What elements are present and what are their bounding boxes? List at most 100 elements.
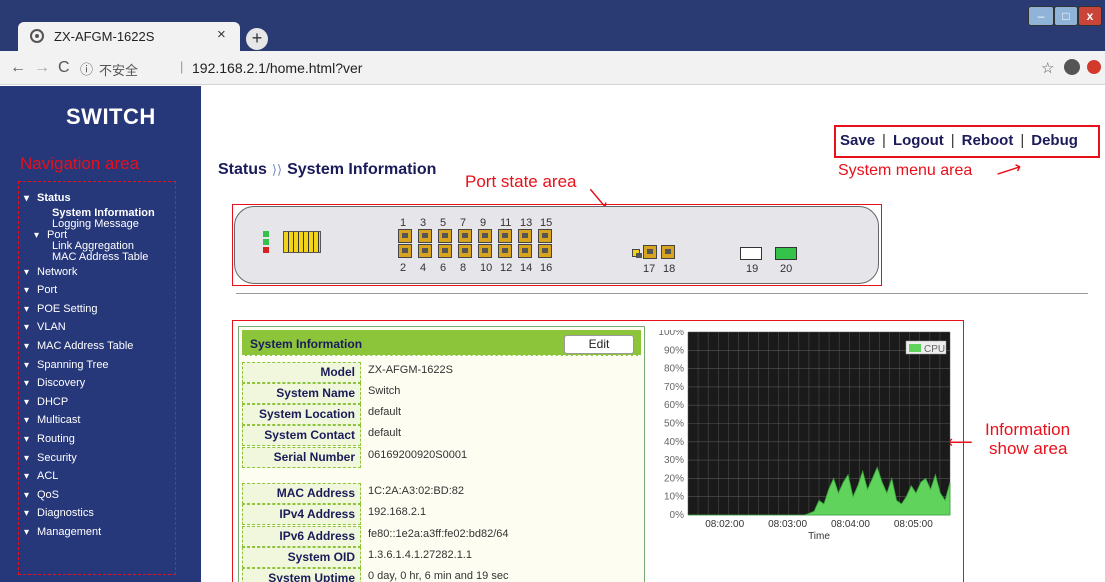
security-label: 不安全 — [99, 63, 139, 78]
nav-mac-address-table[interactable]: MAC Address Table — [24, 337, 184, 356]
port-1[interactable] — [398, 229, 412, 243]
info-row: IPv6 Address fe80::1e2a:a3ff:fe02:bd82/64 — [242, 526, 641, 547]
port-4[interactable] — [418, 244, 432, 258]
save-link[interactable]: Save — [840, 132, 875, 149]
info-value: 192.168.2.1 — [368, 506, 427, 518]
nav-menu: Status System Information Logging Messag… — [24, 189, 184, 542]
sys-led — [263, 239, 269, 245]
url-text[interactable]: 192.168.2.1/home.html?ver — [192, 60, 362, 76]
debug-link[interactable]: Debug — [1031, 132, 1078, 149]
address-bar[interactable]: ⓘ 不安全 | 192.168.2.1/home.html?ver — [74, 57, 974, 79]
nav-spanning-tree[interactable]: Spanning Tree — [24, 356, 184, 375]
navigation-area-annotation: Navigation area — [20, 154, 140, 173]
nav-status[interactable]: Status — [24, 189, 184, 208]
nav-status-port[interactable]: Port — [24, 229, 184, 241]
nav-link-aggregation[interactable]: Link Aggregation — [24, 240, 184, 252]
bookmark-star-icon[interactable]: ☆ — [1041, 59, 1054, 77]
port-14[interactable] — [518, 244, 532, 258]
nav-network[interactable]: Network — [24, 263, 184, 282]
port-12[interactable] — [498, 244, 512, 258]
window-minimize-button[interactable]: – — [1028, 6, 1054, 26]
x-tick-label: 08:04:00 — [831, 519, 870, 530]
back-icon[interactable]: ← — [10, 59, 26, 77]
port-8[interactable] — [458, 244, 472, 258]
port-15[interactable] — [538, 229, 552, 243]
port-number-bottom: 6 — [440, 262, 447, 274]
port-3[interactable] — [418, 229, 432, 243]
window-maximize-button[interactable]: □ — [1054, 6, 1078, 26]
system-leds — [253, 229, 343, 259]
info-value: ZX-AFGM-1622S — [368, 364, 453, 376]
port-13[interactable] — [518, 229, 532, 243]
info-value: 06169200920S0001 — [368, 449, 468, 461]
tab-title: ZX-AFGM-1622S — [54, 29, 155, 44]
nav-vlan[interactable]: VLAN — [24, 318, 184, 337]
cpu-chart: 0% 10% 20% 30% 40% 50% 60% 70% 80% 90% 100% CPU 08:0… — [650, 330, 955, 555]
port-number-top: 13 — [520, 217, 533, 229]
port-number-bottom: 4 — [420, 262, 427, 274]
information-area-annotation: Information show area — [985, 420, 1071, 458]
port-16[interactable] — [538, 244, 552, 258]
system-information-title: System Information — [250, 337, 363, 351]
nav-security[interactable]: Security — [24, 449, 184, 468]
port-9[interactable] — [478, 229, 492, 243]
reload-icon[interactable]: C — [58, 59, 70, 77]
port-number-top: 7 — [460, 217, 467, 229]
nav-discovery[interactable]: Discovery — [24, 374, 184, 393]
nav-status-mac-table[interactable]: MAC Address Table — [24, 251, 184, 263]
port-5[interactable] — [438, 229, 452, 243]
new-tab-button[interactable]: + — [246, 28, 268, 50]
nav-qos[interactable]: QoS — [24, 486, 184, 505]
port-18[interactable] — [661, 245, 675, 259]
nav-multicast[interactable]: Multicast — [24, 411, 184, 430]
port-11[interactable] — [498, 229, 512, 243]
window-close-button[interactable]: x — [1078, 6, 1102, 26]
browser-tab[interactable]: ZX-AFGM-1622S × — [18, 22, 240, 51]
info-row: IPv4 Address 192.168.2.1 — [242, 504, 641, 525]
port-19-sfp[interactable] — [740, 247, 762, 260]
info-icon[interactable]: ⓘ — [80, 59, 93, 78]
info-value: fe80::1e2a:a3ff:fe02:bd82/64 — [368, 528, 509, 540]
power-led — [263, 231, 269, 237]
profile-icon[interactable] — [1064, 59, 1080, 75]
web-page: SWITCH Navigation area Status System Inf… — [0, 86, 1105, 582]
nav-routing[interactable]: Routing — [24, 430, 184, 449]
info-row: System Uptime 0 day, 0 hr, 6 min and 19 s… — [242, 568, 641, 582]
info-label: System Name — [242, 383, 361, 404]
breadcrumb-parent[interactable]: Status — [218, 161, 267, 178]
nav-logging-message[interactable]: Logging Message — [24, 218, 184, 230]
extension-icon[interactable] — [1087, 60, 1101, 74]
info-label: System Contact — [242, 425, 361, 446]
switch-front-panel: 1 2 3 4 5 6 7 8 9 10 11 12 13 14 15 16 17 18 19 20 — [234, 206, 879, 284]
port-20-sfp[interactable] — [775, 247, 797, 260]
forward-icon[interactable]: → — [34, 59, 50, 77]
nav-acl[interactable]: ACL — [24, 467, 184, 486]
port-2[interactable] — [398, 244, 412, 258]
info-label: System OID — [242, 547, 361, 568]
y-tick-label: 100% — [658, 330, 684, 338]
port-10[interactable] — [478, 244, 492, 258]
nav-management[interactable]: Management — [24, 523, 184, 542]
combo-led — [632, 249, 642, 258]
port-7[interactable] — [458, 229, 472, 243]
logout-link[interactable]: Logout — [893, 132, 944, 149]
legend-swatch — [909, 344, 921, 352]
tab-close-icon[interactable]: × — [217, 26, 226, 43]
reboot-link[interactable]: Reboot — [962, 132, 1014, 149]
nav-system-information[interactable]: System Information — [24, 207, 184, 219]
info-row: MAC Address 1C:2A:A3:02:BD:82 — [242, 483, 641, 504]
info-value: 0 day, 0 hr, 6 min and 19 sec — [368, 570, 509, 582]
port-17[interactable] — [643, 245, 657, 259]
edit-button[interactable]: Edit — [564, 335, 634, 354]
nav-diagnostics[interactable]: Diagnostics — [24, 504, 184, 523]
url-divider: | — [180, 59, 184, 74]
nav-poe-setting[interactable]: POE Setting — [24, 300, 184, 319]
nav-dhcp[interactable]: DHCP — [24, 393, 184, 412]
port-number-bottom: 12 — [500, 262, 513, 274]
port-6[interactable] — [438, 244, 452, 258]
nav-port[interactable]: Port — [24, 281, 184, 300]
x-tick-label: 08:05:00 — [894, 519, 933, 530]
sidebar: SWITCH Navigation area Status System Inf… — [0, 86, 201, 582]
port-led-block — [283, 231, 321, 253]
x-tick-label: 08:03:00 — [768, 519, 807, 530]
